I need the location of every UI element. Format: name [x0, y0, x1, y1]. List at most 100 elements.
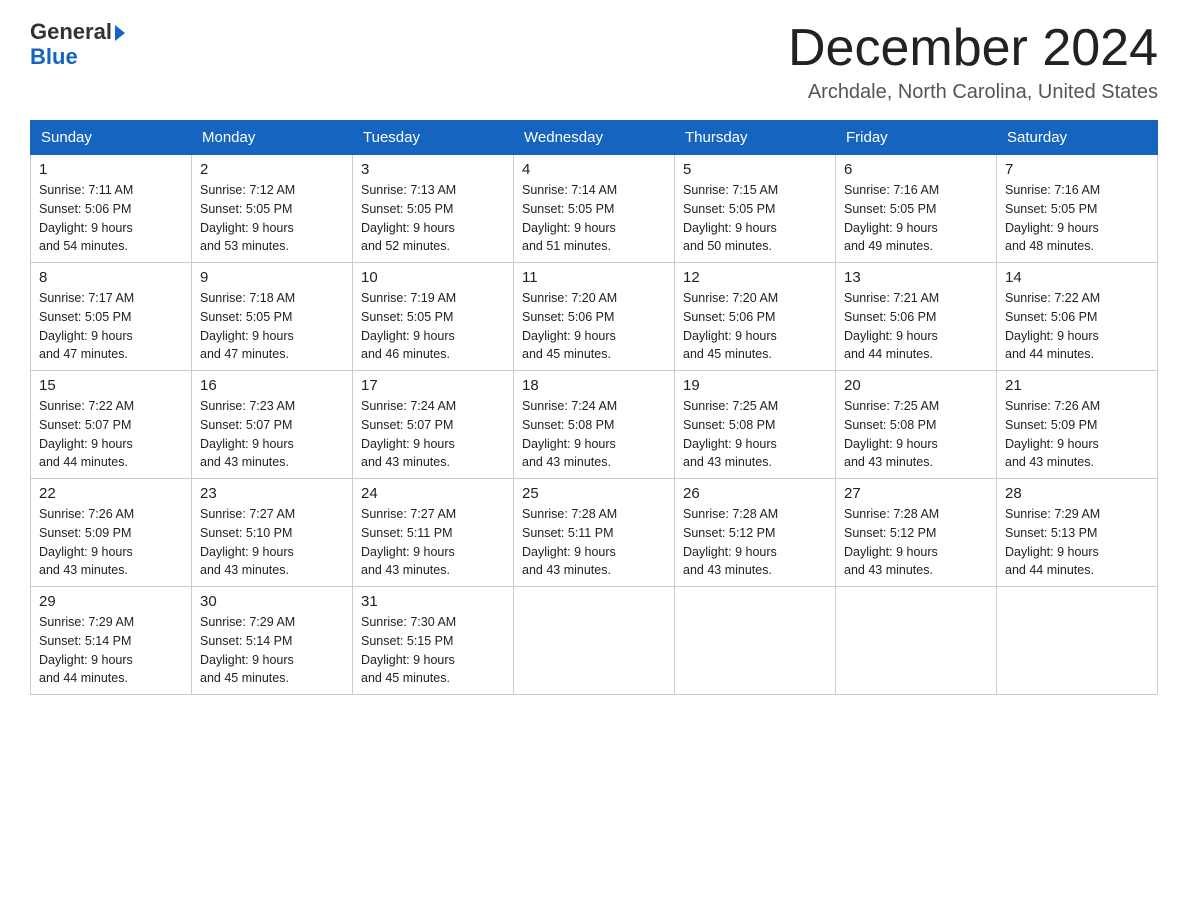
- day-info: Sunrise: 7:27 AMSunset: 5:11 PMDaylight:…: [361, 505, 505, 580]
- day-info: Sunrise: 7:22 AMSunset: 5:06 PMDaylight:…: [1005, 289, 1149, 364]
- calendar-cell: 6 Sunrise: 7:16 AMSunset: 5:05 PMDaylight…: [836, 155, 997, 263]
- calendar-cell: 30Sunrise: 7:29 AMSunset: 5:14 PMDayligh…: [192, 587, 353, 695]
- logo: General Blue: [30, 20, 125, 70]
- calendar-cell: 13Sunrise: 7:21 AMSunset: 5:06 PMDayligh…: [836, 263, 997, 371]
- calendar-cell: 29 Sunrise: 7:29 AMSunset: 5:14 PMDayligh…: [31, 587, 192, 695]
- calendar-cell: [514, 587, 675, 695]
- day-number: 9: [200, 269, 344, 286]
- day-number: 21: [1005, 377, 1149, 394]
- location-title: Archdale, North Carolina, United States: [788, 81, 1158, 104]
- day-number: 19: [683, 377, 827, 394]
- day-info: Sunrise: 7:15 AMSunset: 5:05 PMDaylight:…: [683, 181, 827, 256]
- day-number: 22: [39, 485, 183, 502]
- day-number: 1: [39, 161, 183, 178]
- calendar-header-saturday: Saturday: [997, 121, 1158, 155]
- calendar-header-monday: Monday: [192, 121, 353, 155]
- calendar-header-row: SundayMondayTuesdayWednesdayThursdayFrid…: [31, 121, 1158, 155]
- day-info: Sunrise: 7:16 AMSunset: 5:05 PMDaylight:…: [1005, 181, 1149, 256]
- calendar-header-thursday: Thursday: [675, 121, 836, 155]
- calendar-cell: 9Sunrise: 7:18 AMSunset: 5:05 PMDaylight…: [192, 263, 353, 371]
- day-number: 27: [844, 485, 988, 502]
- calendar-cell: 14 Sunrise: 7:22 AMSunset: 5:06 PMDayligh…: [997, 263, 1158, 371]
- day-info: Sunrise: 7:12 AMSunset: 5:05 PMDaylight:…: [200, 181, 344, 256]
- calendar-cell: 1 Sunrise: 7:11 AMSunset: 5:06 PMDaylight…: [31, 155, 192, 263]
- day-number: 8: [39, 269, 183, 286]
- day-number: 13: [844, 269, 988, 286]
- day-number: 12: [683, 269, 827, 286]
- day-info: Sunrise: 7:11 AMSunset: 5:06 PMDaylight:…: [39, 181, 183, 256]
- day-info: Sunrise: 7:28 AMSunset: 5:11 PMDaylight:…: [522, 505, 666, 580]
- calendar-cell: 18 Sunrise: 7:24 AMSunset: 5:08 PMDayligh…: [514, 371, 675, 479]
- calendar-cell: [836, 587, 997, 695]
- day-number: 14: [1005, 269, 1149, 286]
- logo-blue-text: Blue: [30, 44, 78, 70]
- calendar-cell: 7 Sunrise: 7:16 AMSunset: 5:05 PMDaylight…: [997, 155, 1158, 263]
- calendar-cell: 2 Sunrise: 7:12 AMSunset: 5:05 PMDaylight…: [192, 155, 353, 263]
- day-number: 28: [1005, 485, 1149, 502]
- calendar-cell: 23Sunrise: 7:27 AMSunset: 5:10 PMDayligh…: [192, 479, 353, 587]
- calendar-cell: [675, 587, 836, 695]
- calendar-cell: 11Sunrise: 7:20 AMSunset: 5:06 PMDayligh…: [514, 263, 675, 371]
- day-info: Sunrise: 7:24 AMSunset: 5:08 PMDaylight:…: [522, 397, 666, 472]
- day-info: Sunrise: 7:22 AMSunset: 5:07 PMDaylight:…: [39, 397, 183, 472]
- day-number: 29: [39, 593, 183, 610]
- calendar-cell: 3 Sunrise: 7:13 AMSunset: 5:05 PMDaylight…: [353, 155, 514, 263]
- day-number: 25: [522, 485, 666, 502]
- calendar-header-tuesday: Tuesday: [353, 121, 514, 155]
- day-number: 20: [844, 377, 988, 394]
- day-info: Sunrise: 7:27 AMSunset: 5:10 PMDaylight:…: [200, 505, 344, 580]
- day-info: Sunrise: 7:30 AMSunset: 5:15 PMDaylight:…: [361, 613, 505, 688]
- day-info: Sunrise: 7:13 AMSunset: 5:05 PMDaylight:…: [361, 181, 505, 256]
- calendar-cell: 15Sunrise: 7:22 AMSunset: 5:07 PMDayligh…: [31, 371, 192, 479]
- calendar-header-friday: Friday: [836, 121, 997, 155]
- calendar-cell: 28 Sunrise: 7:29 AMSunset: 5:13 PMDayligh…: [997, 479, 1158, 587]
- day-number: 6: [844, 161, 988, 178]
- calendar-week-row: 22 Sunrise: 7:26 AMSunset: 5:09 PMDayligh…: [31, 479, 1158, 587]
- calendar-cell: 21 Sunrise: 7:26 AMSunset: 5:09 PMDayligh…: [997, 371, 1158, 479]
- day-info: Sunrise: 7:20 AMSunset: 5:06 PMDaylight:…: [522, 289, 666, 364]
- calendar-cell: 19Sunrise: 7:25 AMSunset: 5:08 PMDayligh…: [675, 371, 836, 479]
- logo-general-text: General: [30, 20, 112, 44]
- day-info: Sunrise: 7:26 AMSunset: 5:09 PMDaylight:…: [39, 505, 183, 580]
- day-number: 5: [683, 161, 827, 178]
- day-info: Sunrise: 7:29 AMSunset: 5:13 PMDaylight:…: [1005, 505, 1149, 580]
- calendar-week-row: 29 Sunrise: 7:29 AMSunset: 5:14 PMDayligh…: [31, 587, 1158, 695]
- day-number: 2: [200, 161, 344, 178]
- calendar-cell: 31 Sunrise: 7:30 AMSunset: 5:15 PMDayligh…: [353, 587, 514, 695]
- day-number: 4: [522, 161, 666, 178]
- day-info: Sunrise: 7:14 AMSunset: 5:05 PMDaylight:…: [522, 181, 666, 256]
- calendar-cell: 4 Sunrise: 7:14 AMSunset: 5:05 PMDaylight…: [514, 155, 675, 263]
- day-number: 10: [361, 269, 505, 286]
- day-info: Sunrise: 7:16 AMSunset: 5:05 PMDaylight:…: [844, 181, 988, 256]
- day-number: 30: [200, 593, 344, 610]
- calendar-cell: 26Sunrise: 7:28 AMSunset: 5:12 PMDayligh…: [675, 479, 836, 587]
- day-info: Sunrise: 7:26 AMSunset: 5:09 PMDaylight:…: [1005, 397, 1149, 472]
- calendar-cell: 5 Sunrise: 7:15 AMSunset: 5:05 PMDaylight…: [675, 155, 836, 263]
- logo-triangle-icon: [115, 25, 125, 41]
- calendar-cell: 12Sunrise: 7:20 AMSunset: 5:06 PMDayligh…: [675, 263, 836, 371]
- calendar-week-row: 1 Sunrise: 7:11 AMSunset: 5:06 PMDaylight…: [31, 155, 1158, 263]
- day-info: Sunrise: 7:24 AMSunset: 5:07 PMDaylight:…: [361, 397, 505, 472]
- day-info: Sunrise: 7:17 AMSunset: 5:05 PMDaylight:…: [39, 289, 183, 364]
- calendar-cell: 16Sunrise: 7:23 AMSunset: 5:07 PMDayligh…: [192, 371, 353, 479]
- calendar-cell: 10 Sunrise: 7:19 AMSunset: 5:05 PMDayligh…: [353, 263, 514, 371]
- day-number: 26: [683, 485, 827, 502]
- calendar-week-row: 15Sunrise: 7:22 AMSunset: 5:07 PMDayligh…: [31, 371, 1158, 479]
- day-info: Sunrise: 7:25 AMSunset: 5:08 PMDaylight:…: [844, 397, 988, 472]
- calendar-table: SundayMondayTuesdayWednesdayThursdayFrid…: [30, 120, 1158, 695]
- day-number: 7: [1005, 161, 1149, 178]
- calendar-cell: 20 Sunrise: 7:25 AMSunset: 5:08 PMDayligh…: [836, 371, 997, 479]
- calendar-cell: 24 Sunrise: 7:27 AMSunset: 5:11 PMDayligh…: [353, 479, 514, 587]
- day-number: 31: [361, 593, 505, 610]
- day-info: Sunrise: 7:28 AMSunset: 5:12 PMDaylight:…: [844, 505, 988, 580]
- day-info: Sunrise: 7:19 AMSunset: 5:05 PMDaylight:…: [361, 289, 505, 364]
- calendar-cell: 8 Sunrise: 7:17 AMSunset: 5:05 PMDaylight…: [31, 263, 192, 371]
- day-info: Sunrise: 7:29 AMSunset: 5:14 PMDaylight:…: [39, 613, 183, 688]
- day-number: 18: [522, 377, 666, 394]
- day-number: 24: [361, 485, 505, 502]
- calendar-cell: 22 Sunrise: 7:26 AMSunset: 5:09 PMDayligh…: [31, 479, 192, 587]
- day-number: 3: [361, 161, 505, 178]
- day-number: 16: [200, 377, 344, 394]
- calendar-header-wednesday: Wednesday: [514, 121, 675, 155]
- calendar-cell: 17Sunrise: 7:24 AMSunset: 5:07 PMDayligh…: [353, 371, 514, 479]
